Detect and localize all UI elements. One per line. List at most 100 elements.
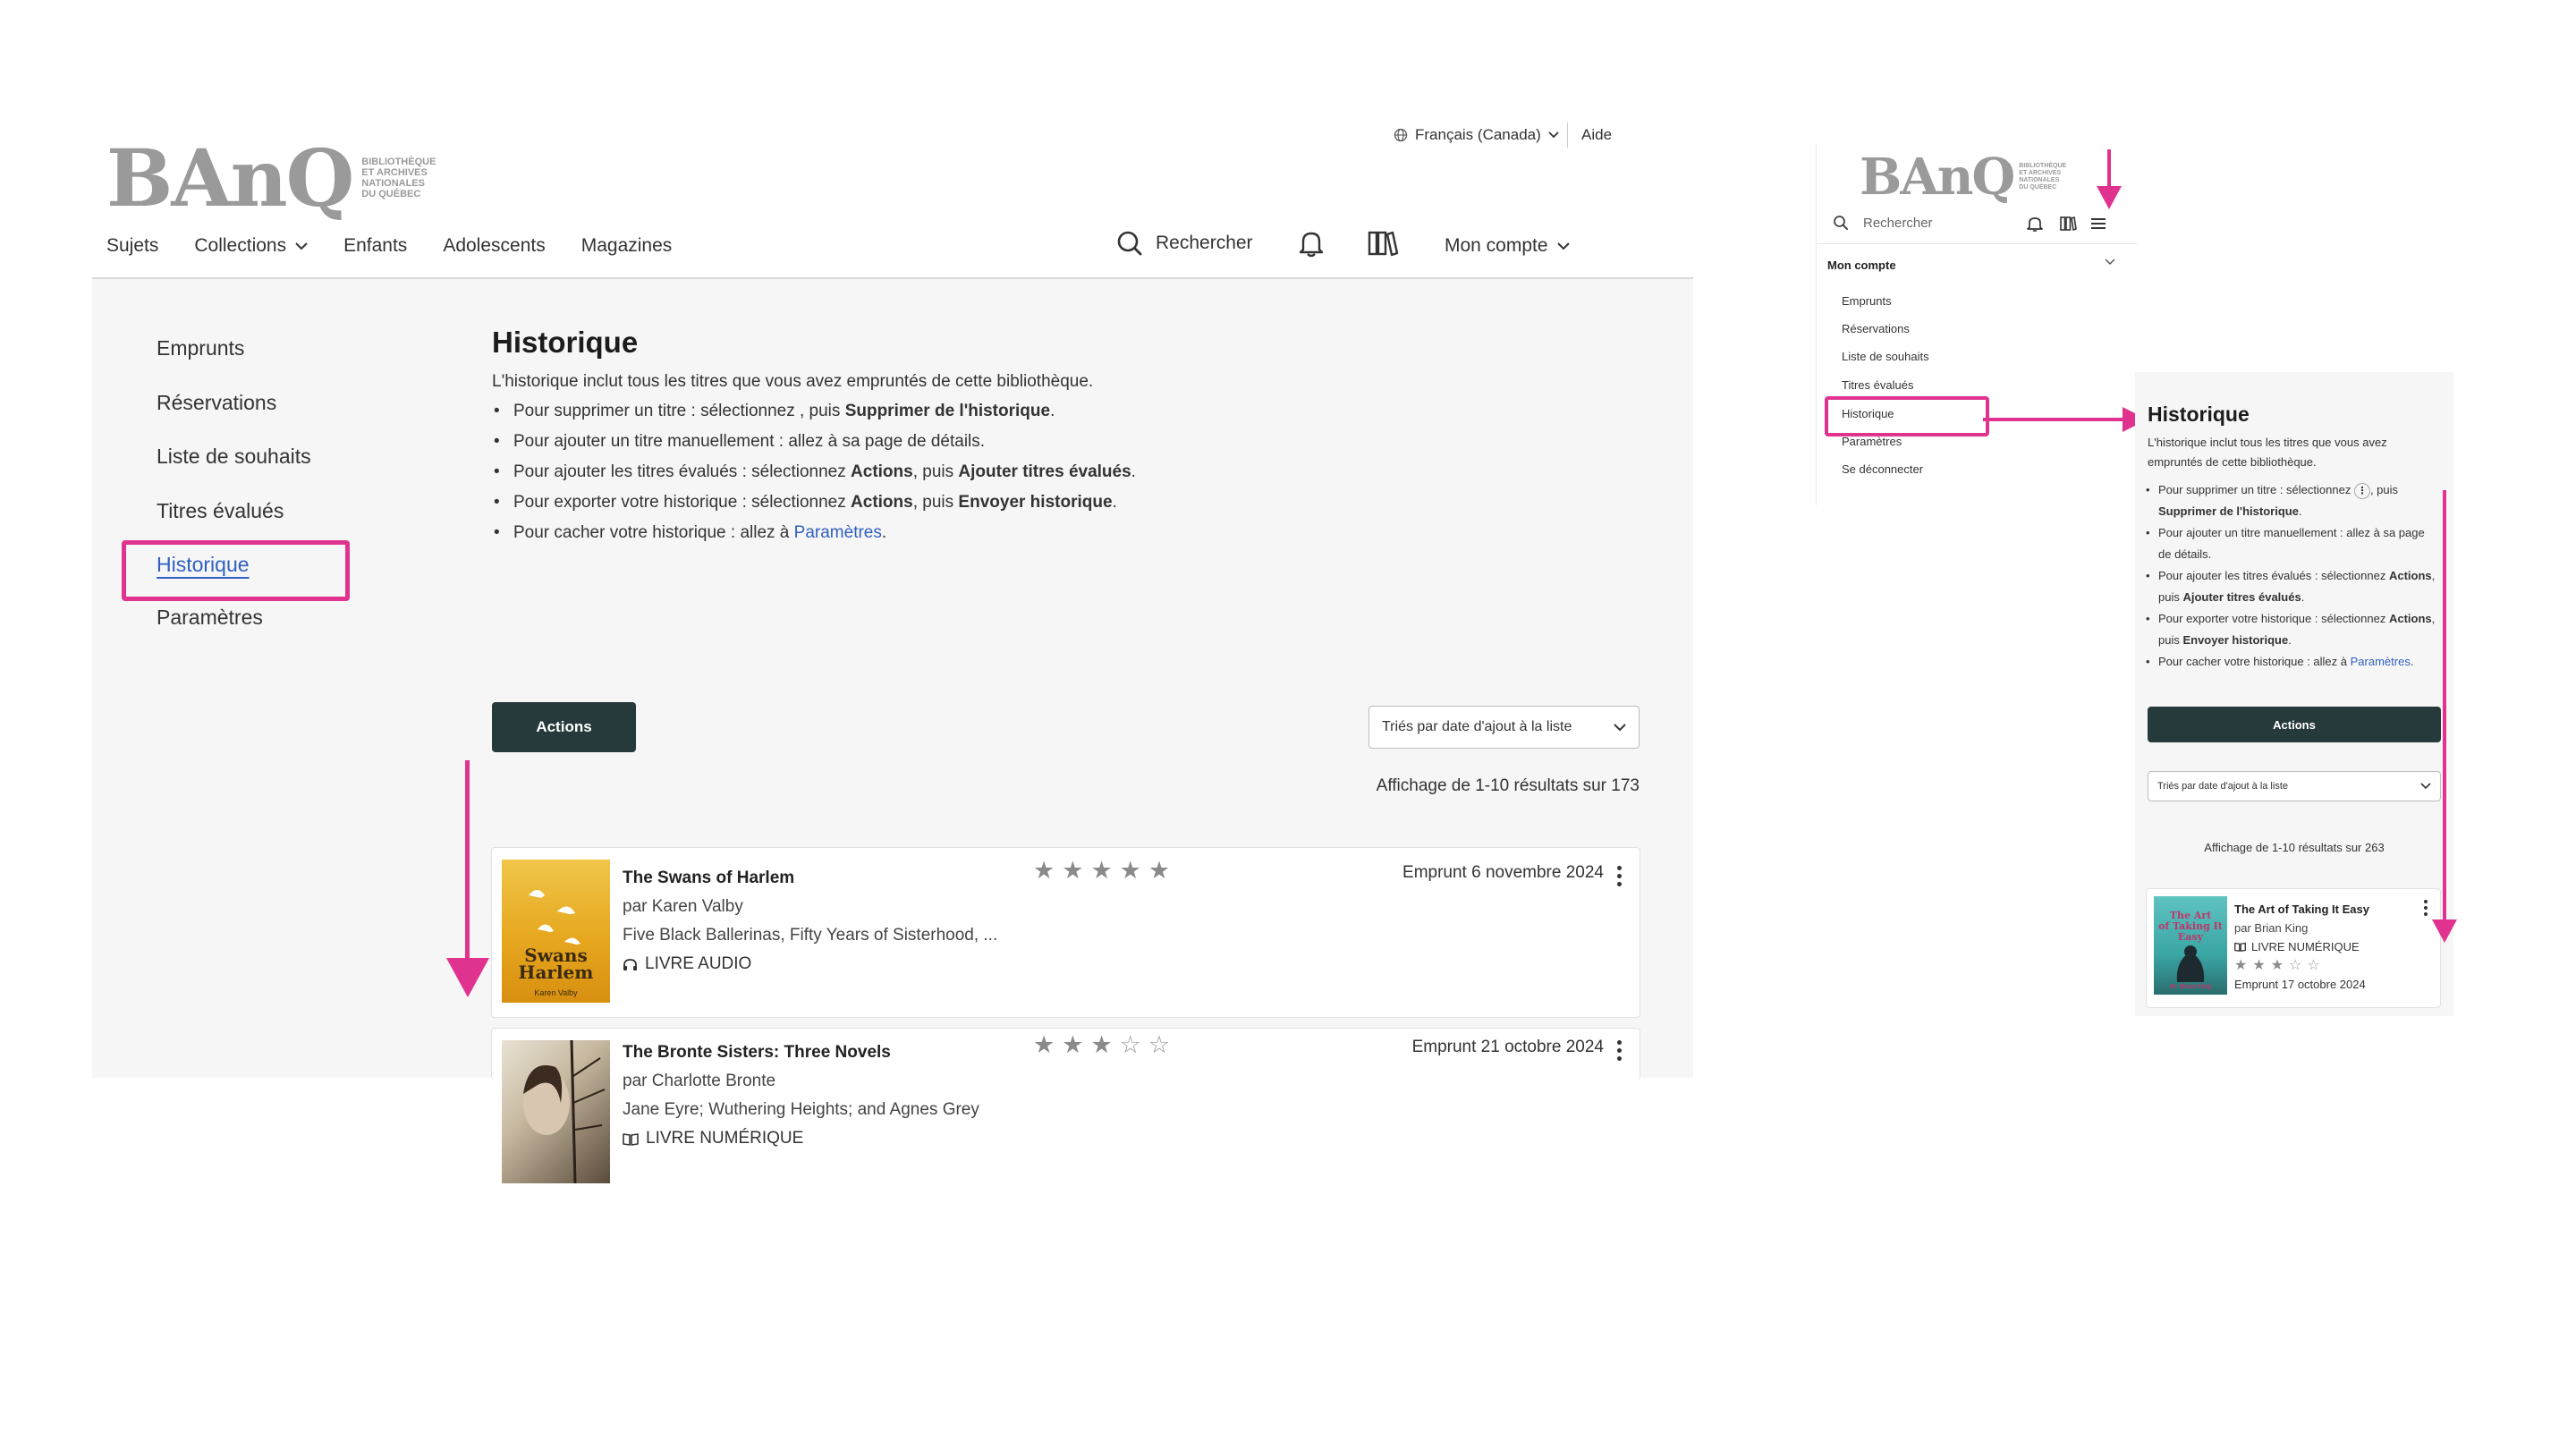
star-icon[interactable]: ★ — [1148, 857, 1170, 885]
sidebar-item-loans[interactable]: Emprunts — [157, 336, 244, 360]
star-icon[interactable]: ★ — [1062, 857, 1083, 885]
account-menu-header[interactable]: Mon compte — [1827, 258, 1896, 272]
item-info: The Art of Taking It Easy par Brian King… — [2234, 900, 2369, 994]
item-author[interactable]: par Karen Valby — [623, 893, 997, 921]
item-info: The Bronte Sisters: Three Novels par Cha… — [623, 1038, 979, 1153]
instruction-text: . — [2288, 633, 2292, 647]
star-empty-icon[interactable]: ☆ — [2289, 956, 2301, 975]
menu-item-rated[interactable]: Titres évalués — [1842, 378, 1913, 392]
borrow-date: Emprunt 17 octobre 2024 — [2234, 978, 2366, 991]
search-icon — [1834, 216, 1848, 230]
open-book-icon — [2234, 942, 2246, 952]
item-title[interactable]: The Swans of Harlem — [623, 864, 997, 893]
bell-icon[interactable] — [1298, 229, 1325, 258]
star-icon[interactable]: ★ — [1120, 857, 1141, 885]
item-author[interactable]: par Brian King — [2234, 919, 2369, 937]
star-icon[interactable]: ★ — [1090, 1031, 1112, 1059]
more-options-icon[interactable] — [1617, 866, 1622, 886]
topbar-divider — [1567, 123, 1568, 148]
sort-select[interactable]: Triés par date d'ajout à la liste — [2148, 771, 2441, 801]
results-count: Affichage de 1-10 résultats sur 173 — [1376, 776, 1640, 795]
menu-item-holds[interactable]: Réservations — [1842, 322, 1910, 335]
cover-figure — [2176, 945, 2205, 982]
more-options-icon[interactable] — [2424, 900, 2428, 916]
history-item[interactable]: The Art of Taking It Easy Dr. Brian King… — [2146, 888, 2441, 1008]
item-format: LIVRE NUMÉRIQUE — [2234, 937, 2369, 956]
actions-button[interactable]: Actions — [2148, 707, 2441, 742]
star-icon[interactable]: ★ — [2271, 956, 2284, 975]
language-selector[interactable]: Français (Canada) — [1394, 126, 1559, 144]
hamburger-menu-icon[interactable] — [2090, 216, 2106, 231]
book-cover[interactable]: The Art of Taking It Easy Dr. Brian King — [2154, 896, 2227, 995]
sidebar-item-rated[interactable]: Titres évalués — [157, 499, 284, 523]
cover-author: Dr. Brian King — [2169, 984, 2212, 990]
chevron-up-icon[interactable] — [2105, 258, 2115, 266]
help-link[interactable]: Aide — [1581, 126, 1612, 144]
search-input[interactable]: Rechercher — [1833, 215, 1933, 231]
page-title: Historique — [492, 326, 639, 359]
instruction-bold: Actions — [2388, 612, 2432, 625]
instruction-add-manual: Pour ajouter un titre manuellement : all… — [492, 432, 1190, 452]
nav-children[interactable]: Enfants — [343, 235, 407, 257]
search-button[interactable]: Rechercher — [1116, 230, 1253, 257]
history-item[interactable]: The Bronte Sisters: Three Novels par Cha… — [491, 1028, 1640, 1184]
instruction-text: . — [2298, 504, 2302, 518]
book-cover[interactable] — [502, 1039, 610, 1184]
star-icon[interactable]: ★ — [1033, 857, 1055, 885]
sort-select[interactable]: Triés par date d'ajout à la liste — [1368, 706, 1640, 749]
history-intro: L'historique inclut tous les titres que … — [492, 372, 1094, 391]
main-nav: Sujets Collections Enfants Adolescents M… — [106, 235, 672, 257]
actions-button[interactable]: Actions — [492, 702, 636, 752]
menu-item-settings[interactable]: Paramètres — [1842, 435, 1902, 448]
instruction-text: Pour cacher votre historique : allez à — [2158, 655, 2347, 668]
star-empty-icon[interactable]: ☆ — [2307, 956, 2319, 975]
instruction-text: . — [1050, 402, 1055, 420]
banq-logo[interactable]: BAnQ BIBLIOTHÈQUE ET ARCHIVES NATIONALES… — [1860, 152, 2066, 202]
nav-collections[interactable]: Collections — [194, 235, 308, 257]
page-title: Historique — [2148, 402, 2250, 426]
bookshelf-icon[interactable] — [2059, 216, 2077, 232]
nav-subjects[interactable]: Sujets — [106, 235, 158, 257]
instructions-list: Pour supprimer un titre : sélectionnez ,… — [492, 402, 1190, 543]
star-icon[interactable]: ★ — [1033, 1031, 1055, 1059]
logo-wordmark: BAnQ — [106, 131, 354, 225]
banq-logo[interactable]: BAnQ BIBLIOTHÈQUE ET ARCHIVES NATIONALES… — [106, 139, 436, 217]
nav-teens[interactable]: Adolescents — [443, 235, 545, 257]
star-rating[interactable]: ★ ★ ★ ☆ ☆ — [1033, 1031, 1170, 1059]
instruction-text: Pour cacher votre historique : allez à — [513, 523, 794, 542]
star-empty-icon[interactable]: ☆ — [1148, 1031, 1170, 1059]
sidebar-item-holds[interactable]: Réservations — [157, 391, 276, 415]
star-icon[interactable]: ★ — [1062, 1031, 1083, 1059]
history-intro: L'historique inclut tous les titres que … — [2148, 436, 2387, 469]
star-icon[interactable]: ★ — [1090, 857, 1112, 885]
account-menu-panel: Mon compte Emprunts Réservations Liste d… — [1817, 243, 2137, 505]
history-section: Historique L'historique inclut tous les … — [492, 326, 1190, 554]
bell-icon[interactable] — [2027, 216, 2043, 232]
sidebar-item-wishlist[interactable]: Liste de souhaits — [157, 445, 311, 469]
book-cover[interactable]: Swans Harlem Karen Valby — [502, 860, 610, 1003]
chevron-down-icon — [1614, 723, 1626, 731]
star-empty-icon[interactable]: ☆ — [1120, 1031, 1141, 1059]
sidebar-item-settings[interactable]: Paramètres — [157, 606, 263, 630]
star-icon[interactable]: ★ — [2234, 956, 2247, 975]
instruction-bold: Actions — [851, 493, 913, 512]
more-options-icon[interactable] — [1617, 1040, 1622, 1061]
star-rating[interactable]: ★ ★ ★ ★ ★ — [1033, 857, 1170, 885]
menu-item-wishlist[interactable]: Liste de souhaits — [1842, 350, 1929, 363]
nav-magazines[interactable]: Magazines — [581, 235, 673, 257]
menu-item-loans[interactable]: Emprunts — [1842, 294, 1892, 308]
instruction-bold: Ajouter titres évalués — [2182, 590, 2301, 604]
item-title[interactable]: The Art of Taking It Easy — [2234, 900, 2369, 919]
sort-label: Triés par date d'ajout à la liste — [2157, 781, 2288, 792]
bookshelf-icon[interactable] — [1367, 230, 1399, 257]
star-icon[interactable]: ★ — [2252, 956, 2265, 975]
instruction-bold: Envoyer historique — [958, 493, 1113, 512]
item-author[interactable]: par Charlotte Bronte — [623, 1067, 979, 1096]
item-title[interactable]: The Bronte Sisters: Three Novels — [623, 1038, 979, 1067]
settings-link[interactable]: Paramètres — [794, 523, 882, 542]
history-item[interactable]: Swans Harlem Karen Valby The Swans of Ha… — [491, 847, 1640, 1018]
star-rating[interactable]: ★ ★ ★ ☆ ☆ — [2234, 956, 2369, 975]
settings-link[interactable]: Paramètres — [2351, 655, 2411, 668]
menu-item-logout[interactable]: Se déconnecter — [1842, 462, 1923, 476]
account-menu[interactable]: Mon compte — [1445, 235, 1570, 257]
